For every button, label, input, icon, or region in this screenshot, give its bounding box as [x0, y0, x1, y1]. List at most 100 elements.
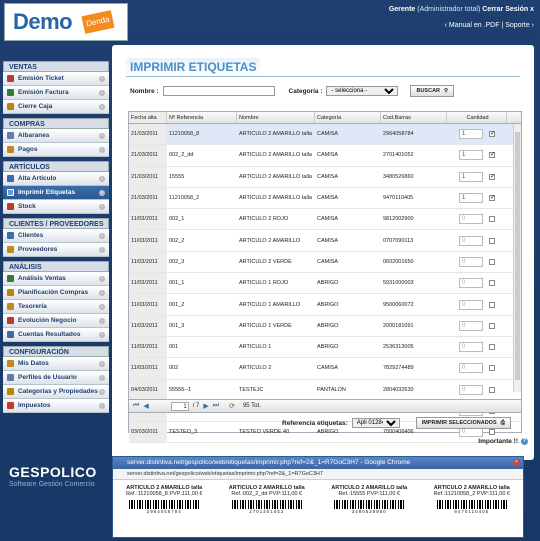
select-checkbox[interactable]	[489, 280, 495, 287]
user-profiles-icon	[7, 374, 14, 381]
select-checkbox[interactable]	[489, 386, 495, 393]
table-row[interactable]: 11/03/2011 002 ARTICULO 2 CAMISA 7829274489 0	[129, 358, 521, 380]
name-cell: ARTICULO 2	[239, 365, 272, 372]
help-links[interactable]: ‹ Manual en .PDF | Soporte ›	[445, 22, 534, 29]
label-ref-select[interactable]: Apli 01284	[351, 418, 400, 428]
column-header[interactable]: Fecha alta	[129, 112, 167, 123]
table-row[interactable]: 11/03/2011 002_1 ARTICULO 2 ROJO CAMISA 9812…	[129, 209, 521, 231]
sidebar-item[interactable]: Pagos ›	[3, 143, 109, 157]
quantity-input[interactable]: 0	[459, 363, 483, 374]
name-input[interactable]	[162, 86, 275, 96]
app-window: Demo Denda Gerente (Administrador total)…	[0, 0, 540, 541]
quantity-input[interactable]: 0	[459, 256, 483, 267]
select-checkbox[interactable]	[489, 301, 495, 308]
quantity-input[interactable]: 1	[459, 171, 483, 182]
print-selected-button[interactable]: IMPRIMIR SELECCIONADOS ⎙	[415, 417, 512, 429]
column-header[interactable]: Categoría	[315, 112, 381, 123]
select-checkbox[interactable]	[489, 429, 495, 436]
table-row[interactable]: 21/03/2011 11210058_2 ARTICULO 2 AMARILLO …	[129, 187, 521, 210]
select-checkbox[interactable]: ✓	[489, 173, 495, 180]
quantity-input[interactable]: 0	[459, 278, 483, 289]
grid-scrollbar[interactable]	[513, 124, 521, 392]
quantity-input[interactable]: 1	[459, 193, 483, 204]
sidebar-item[interactable]: Emisión Factura ›	[3, 86, 109, 100]
help-icon: ?	[521, 438, 528, 445]
sidebar-item[interactable]: Impuestos ›	[3, 399, 109, 413]
chevron-right-icon: ›	[99, 375, 105, 381]
name-cell: ARTICULO 1 AMARILLO	[239, 301, 301, 308]
prev-page-icon[interactable]: ◀	[143, 402, 148, 410]
select-checkbox[interactable]	[489, 216, 495, 223]
select-checkbox[interactable]: ✓	[489, 131, 495, 138]
chevron-right-icon: ›	[99, 147, 105, 153]
column-header[interactable]: Cod.Barras	[381, 112, 447, 123]
sidebar-item[interactable]: Tesorería ›	[3, 300, 109, 314]
select-checkbox[interactable]: ✓	[489, 195, 495, 202]
sidebar-item-label: Evolución Negocio	[18, 317, 77, 324]
barcode-cell: 3480526860	[383, 173, 414, 180]
table-row[interactable]: 21/03/2011 15555 ARTICULO 2 AMARILLO talla…	[129, 166, 521, 188]
next-page-icon[interactable]: ▶	[203, 402, 208, 410]
sidebar-item[interactable]: Planificación Compras ›	[3, 286, 109, 300]
results-icon	[7, 331, 14, 338]
quantity-input[interactable]: 1	[459, 129, 483, 140]
sidebar-item-label: Tesorería	[18, 303, 47, 310]
sidebar-item[interactable]: Stock ›	[3, 200, 109, 214]
date-cell: 11/03/2011	[129, 336, 167, 358]
category-cell: CAMISA	[317, 365, 339, 372]
sidebar-item[interactable]: Cuentas Resultados ›	[3, 328, 109, 342]
logout-link[interactable]: Cerrar Sesión x	[482, 6, 534, 13]
table-row[interactable]: 21/03/2011 11210058_8 ARTICULO 2 AMARILLO …	[129, 124, 521, 146]
page-input[interactable]: 1	[170, 401, 189, 411]
sidebar-item[interactable]: Albaranes ›	[3, 129, 109, 143]
logo[interactable]: Demo Denda	[4, 3, 128, 41]
close-icon[interactable]: ×	[513, 459, 520, 466]
sidebar-item[interactable]: Imprimir Etiquetas ›	[3, 186, 109, 200]
quantity-input[interactable]: 0	[459, 320, 483, 331]
sidebar-item[interactable]: Mis Datos ›	[3, 357, 109, 371]
column-header[interactable]: Nº Referencia	[167, 112, 237, 123]
quantity-input[interactable]: 0	[459, 384, 483, 395]
search-button[interactable]: BUSCAR ⚲	[410, 85, 455, 97]
select-checkbox[interactable]	[489, 258, 495, 265]
quantity-input[interactable]: 0	[459, 214, 483, 225]
category-select[interactable]: - selecciona -	[326, 86, 399, 96]
sidebar-item[interactable]: Proveedores ›	[3, 243, 109, 257]
table-row[interactable]: 11/03/2011 002_3 ARTICULO 2 VERDE CAMISA 060…	[129, 251, 521, 274]
select-checkbox[interactable]	[489, 237, 495, 244]
table-row[interactable]: 11/03/2011 001_3 ARTICULO 1 VERDE ABRIGO 200…	[129, 315, 521, 337]
label-digits: 9470110405	[454, 509, 490, 514]
user-bar: Gerente (Administrador total) Cerrar Ses…	[389, 6, 534, 13]
table-row[interactable]: 11/03/2011 001_2 ARTICULO 1 AMARILLO ABRIGO…	[129, 294, 521, 316]
sidebar-item[interactable]: Análisis Ventas ›	[3, 272, 109, 286]
print-button-label: IMPRIMIR SELECCIONADOS	[421, 419, 497, 426]
quantity-input[interactable]: 1	[459, 150, 483, 161]
sidebar-item[interactable]: Perfiles de Usuario ›	[3, 371, 109, 385]
column-header[interactable]: Nombre	[237, 112, 315, 123]
sidebar-item[interactable]: Clientes ›	[3, 229, 109, 243]
sidebar-item[interactable]: Emisión Ticket ›	[3, 72, 109, 86]
quantity-input[interactable]: 0	[459, 342, 483, 353]
select-checkbox[interactable]: ✓	[489, 152, 495, 159]
sidebar-item[interactable]: Evolución Negocio ›	[3, 314, 109, 328]
select-checkbox[interactable]	[489, 365, 495, 372]
column-header[interactable]: Cantidad	[447, 112, 507, 123]
quantity-input[interactable]: 0	[459, 299, 483, 310]
important-note[interactable]: Importante !! ?	[478, 438, 528, 445]
table-row[interactable]: 21/03/2011 002_2_dd ARTICULO 2 AMARILLO ta…	[129, 145, 521, 167]
sidebar-item[interactable]: Cierre Caja ›	[3, 100, 109, 114]
select-checkbox[interactable]	[489, 322, 495, 329]
table-row[interactable]: 04/03/2011 55555--1 TESTEJC PANTALÓN 2804032…	[129, 379, 521, 401]
table-row[interactable]: 11/03/2011 001 ARTICULO 1 ABRIGO 2536313005 0	[129, 336, 521, 359]
table-row[interactable]: 11/03/2011 002_2 ARTICULO 2 AMARILLO CAMISA…	[129, 230, 521, 252]
last-page-icon[interactable]: ⏭	[213, 402, 219, 410]
sidebar-item[interactable]: Alta Artículo ›	[3, 172, 109, 186]
first-page-icon[interactable]: ⏮	[133, 402, 139, 410]
popup-url[interactable]: server.distintiva.net/gespolico/web/etiq…	[113, 469, 523, 480]
sidebar-item[interactable]: Categorías y Propiedades ›	[3, 385, 109, 399]
refresh-icon[interactable]: ⟳	[229, 402, 235, 410]
select-checkbox[interactable]	[489, 344, 495, 351]
quantity-input[interactable]: 0	[459, 235, 483, 246]
table-row[interactable]: 11/03/2011 001_1 ARTICULO 1 ROJO ABRIGO 5931…	[129, 273, 521, 295]
scrollbar-thumb[interactable]	[515, 132, 520, 380]
